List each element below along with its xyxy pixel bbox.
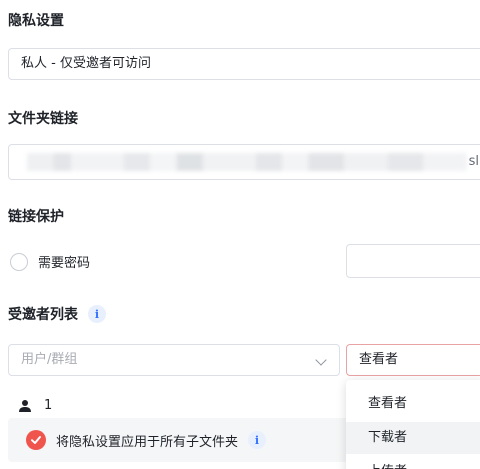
chevron-down-icon[interactable] — [315, 354, 327, 366]
role-option-downloader[interactable]: 下载者 — [346, 422, 480, 454]
folder-privacy-panel: 隐私设置 私人 - 仅受邀者可访问 文件夹链接 sl 链接保护 需要密码 受邀者… — [0, 0, 480, 469]
privacy-selected-value: 私人 - 仅受邀者可访问 — [21, 56, 151, 71]
require-password-option[interactable]: 需要密码 — [10, 252, 90, 271]
folder-link-title: 文件夹链接 — [8, 111, 78, 127]
person-icon — [19, 399, 31, 412]
info-icon[interactable]: i — [88, 305, 106, 323]
require-password-radio[interactable] — [10, 252, 28, 271]
folder-link-field[interactable]: sl — [8, 144, 480, 180]
invitee-count: 1 — [18, 398, 52, 413]
invitee-list-header: 受邀者列表 i — [8, 304, 106, 324]
require-password-label: 需要密码 — [38, 256, 91, 271]
link-protection-title: 链接保护 — [8, 209, 64, 225]
apply-to-subfolders-label: 将隐私设置应用于所有子文件夹 — [56, 434, 239, 450]
apply-info-icon[interactable]: i — [248, 431, 267, 449]
user-group-input[interactable]: 用户/群组 — [8, 344, 340, 376]
user-group-placeholder: 用户/群组 — [21, 352, 78, 367]
link-suffix: sl — [468, 154, 479, 169]
check-circle-icon[interactable] — [26, 430, 46, 450]
role-select[interactable]: 查看者 — [346, 344, 480, 376]
privacy-settings-title: 隐私设置 — [8, 13, 64, 29]
privacy-select[interactable]: 私人 - 仅受邀者可访问 — [8, 48, 480, 80]
role-option-uploader[interactable]: 上传者 — [346, 456, 480, 469]
role-dropdown-menu: 查看者 下载者 上传者 — [346, 380, 480, 469]
blurred-link-content — [27, 153, 467, 171]
password-input[interactable] — [346, 244, 480, 278]
role-selected-value: 查看者 — [359, 352, 399, 367]
apply-to-subfolders-row[interactable]: 将隐私设置应用于所有子文件夹 i — [8, 418, 360, 462]
invitee-count-value: 1 — [44, 398, 53, 413]
role-option-viewer[interactable]: 查看者 — [346, 388, 480, 420]
invitee-list-title: 受邀者列表 — [8, 307, 78, 323]
